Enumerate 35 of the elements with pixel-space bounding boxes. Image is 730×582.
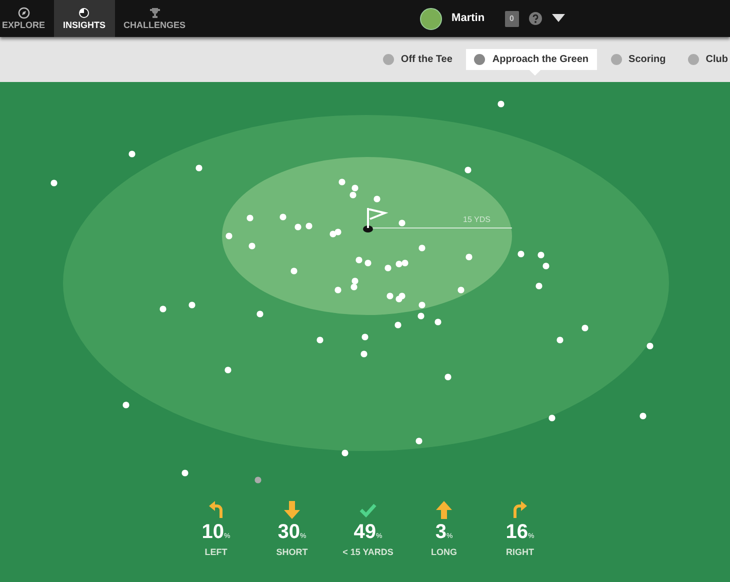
stat-label: LEFT — [204, 546, 228, 558]
category-icon — [688, 54, 699, 65]
half-circle-icon — [78, 7, 90, 19]
caret-down-icon[interactable] — [552, 14, 565, 23]
hole-marker — [363, 226, 373, 232]
help-icon[interactable] — [529, 12, 542, 25]
down-arrow-icon — [283, 500, 301, 518]
sub-nav-tab[interactable]: Club — [680, 49, 730, 70]
trophy-icon — [148, 7, 161, 19]
sub-nav-tab[interactable]: Scoring — [602, 49, 674, 70]
category-icon — [474, 54, 486, 65]
user-name[interactable]: Martin — [452, 10, 485, 27]
turn-left-arrow-icon — [208, 500, 224, 518]
category-icon — [610, 54, 622, 65]
stat-value: 30 — [278, 522, 300, 542]
stat-label: < 15 YARDS — [342, 546, 394, 558]
stat-value: 10 — [202, 522, 224, 542]
notification-count[interactable]: 0 — [504, 10, 519, 26]
category-icon — [382, 54, 394, 65]
sub-nav-tab[interactable]: Off the Tee — [374, 49, 460, 70]
stat-label: LONG — [431, 546, 457, 558]
nav-tab[interactable]: INSIGHTS — [54, 0, 115, 37]
stat-label: RIGHT — [506, 546, 534, 558]
stat-label: SHORT — [276, 546, 308, 558]
compass-icon — [18, 7, 30, 19]
up-arrow-icon — [435, 500, 453, 518]
nav-tab[interactable]: EXPLORE — [0, 0, 54, 37]
avatar-icon[interactable] — [420, 8, 442, 30]
stat-value: 3 — [435, 522, 446, 542]
stat-value: 16 — [506, 522, 528, 542]
turn-right-arrow-icon — [512, 500, 528, 518]
nav-tab[interactable]: CHALLENGES — [114, 0, 195, 37]
flag-icon — [367, 207, 388, 229]
stat-value: 49 — [354, 522, 376, 542]
radius-label: 15 YDS — [463, 214, 490, 226]
